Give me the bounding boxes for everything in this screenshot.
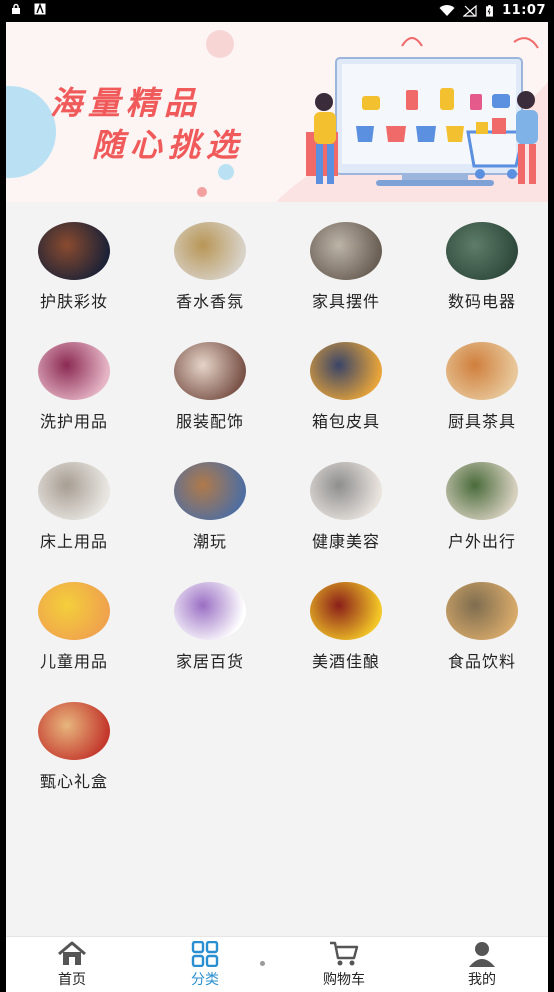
category-item[interactable]: 数码电器 [414, 212, 548, 324]
category-label: 甄心礼盒 [39, 772, 108, 791]
tab-profile[interactable]: 我的 [427, 941, 537, 992]
category-label: 洗护用品 [39, 412, 108, 431]
category-item[interactable]: 厨具茶具 [414, 332, 548, 444]
category-label: 箱包皮具 [311, 412, 380, 431]
digital-icon [446, 222, 518, 280]
category-item[interactable]: 美酒佳酿 [278, 572, 414, 684]
tab-label: 首页 [58, 972, 86, 988]
outdoor-icon [446, 462, 518, 520]
category-label: 美酒佳酿 [311, 652, 380, 671]
category-item[interactable]: 甄心礼盒 [6, 692, 142, 804]
category-label: 护肤彩妆 [39, 292, 108, 311]
wifi-icon [439, 4, 455, 16]
category-label: 家具摆件 [311, 292, 380, 311]
promo-banner[interactable]: 海量精品 随心挑选 [6, 22, 548, 202]
wine-icon [310, 582, 382, 640]
category-label: 厨具茶具 [447, 412, 516, 431]
food-icon [446, 582, 518, 640]
profile-icon [469, 942, 495, 967]
clock: 11:07 [502, 3, 546, 18]
tab-label: 我的 [468, 972, 496, 988]
tab-cart[interactable]: 购物车 [289, 941, 399, 992]
banner-headline: 海量精品 [50, 84, 203, 122]
cleaning-icon [174, 582, 246, 640]
home-icon [58, 941, 86, 965]
category-label: 儿童用品 [39, 652, 108, 671]
washcare-icon [38, 342, 110, 400]
category-icon [191, 941, 219, 967]
signal-icon [463, 4, 477, 17]
app-notification-icon [34, 3, 46, 15]
category-item[interactable]: 健康美容 [278, 452, 414, 564]
skincare-icon [38, 222, 110, 280]
category-label: 家居百货 [175, 652, 244, 671]
category-item[interactable]: 床上用品 [6, 452, 142, 564]
category-label: 数码电器 [447, 292, 516, 311]
bedding-icon [38, 462, 110, 520]
lock-icon [12, 3, 20, 14]
tab-label: 购物车 [323, 972, 365, 988]
category-item[interactable]: 服装配饰 [142, 332, 278, 444]
bottom-tab-bar: 首页 分类 购物车 我的 [6, 936, 548, 992]
category-label: 健康美容 [311, 532, 380, 551]
indicator-dot [260, 961, 265, 966]
bag-icon [310, 342, 382, 400]
toy-icon [174, 462, 246, 520]
category-item[interactable]: 潮玩 [142, 452, 278, 564]
giftbox-icon [38, 702, 110, 760]
category-label: 床上用品 [39, 532, 108, 551]
cart-icon [330, 941, 359, 966]
furniture-icon [310, 222, 382, 280]
category-label: 户外出行 [447, 532, 516, 551]
category-item[interactable]: 箱包皮具 [278, 332, 414, 444]
category-label: 食品饮料 [447, 652, 516, 671]
category-item[interactable]: 家居百货 [142, 572, 278, 684]
category-item[interactable]: 户外出行 [414, 452, 548, 564]
apparel-icon [174, 342, 246, 400]
kitchen-icon [446, 342, 518, 400]
tab-home[interactable]: 首页 [17, 941, 127, 992]
category-item[interactable]: 洗护用品 [6, 332, 142, 444]
tab-category[interactable]: 分类 [150, 941, 260, 992]
battery-icon [486, 4, 494, 17]
perfume-icon [174, 222, 246, 280]
health-icon [310, 462, 382, 520]
category-label: 服装配饰 [175, 412, 244, 431]
kids-icon [38, 582, 110, 640]
status-bar: 11:07 [0, 0, 554, 22]
category-item[interactable]: 香水香氛 [142, 212, 278, 324]
category-item[interactable]: 儿童用品 [6, 572, 142, 684]
app-screen: 海量精品 随心挑选 护肤彩妆 香水香氛 家具摆件 数码电器洗护用品 服装配饰 箱包皮具 厨具… [6, 22, 548, 992]
tab-label: 分类 [191, 972, 219, 988]
category-item[interactable]: 家具摆件 [278, 212, 414, 324]
category-label: 潮玩 [192, 532, 227, 551]
category-label: 香水香氛 [175, 292, 244, 311]
category-item[interactable]: 护肤彩妆 [6, 212, 142, 324]
category-item[interactable]: 食品饮料 [414, 572, 548, 684]
banner-subheadline: 随心挑选 [92, 126, 245, 164]
